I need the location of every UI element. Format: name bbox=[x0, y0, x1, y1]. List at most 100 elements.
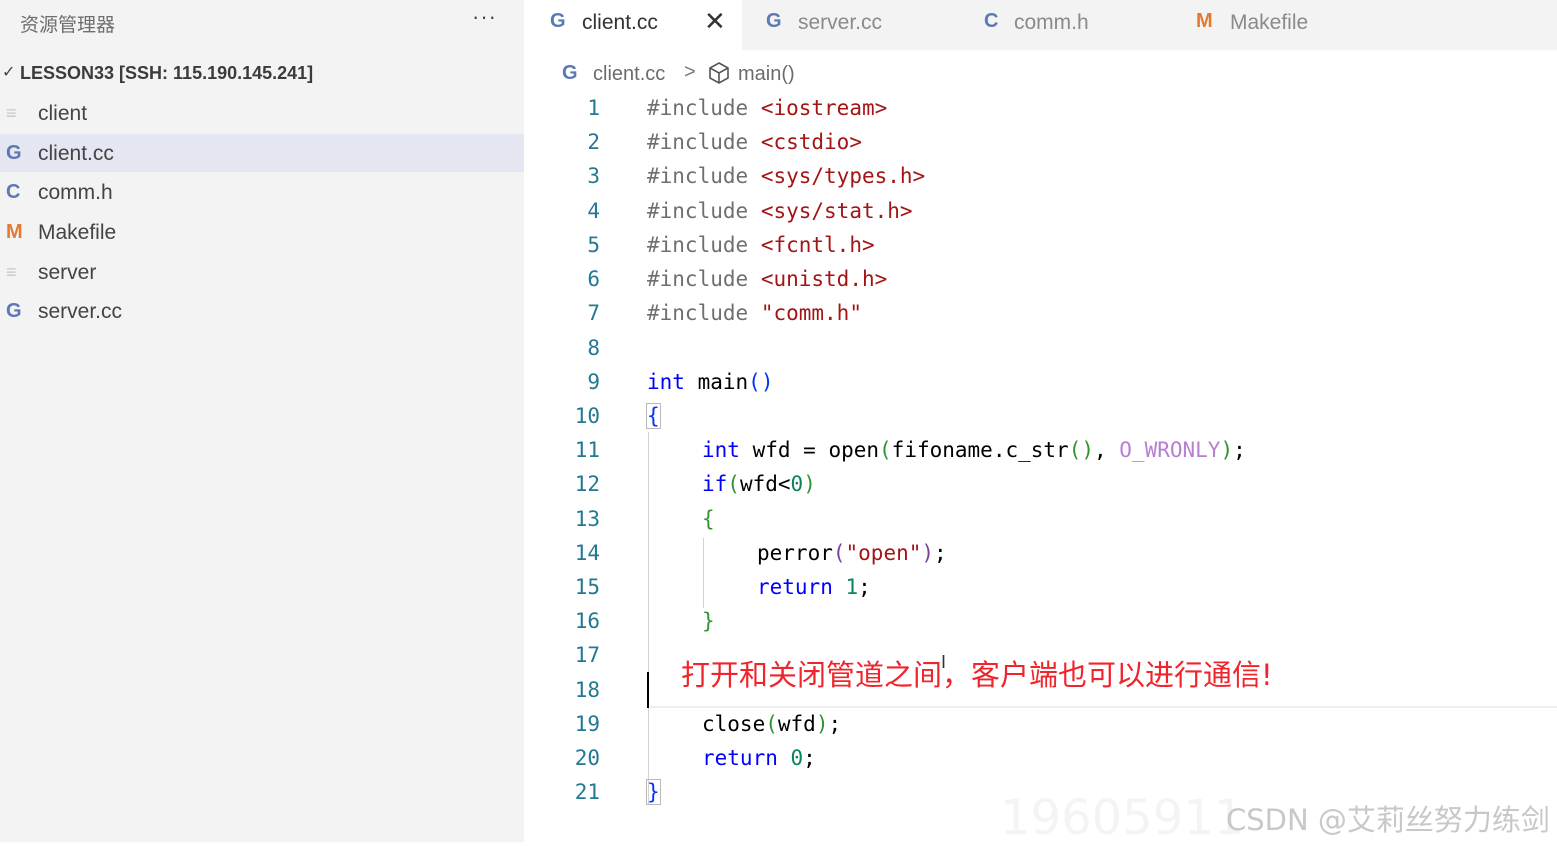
line-number: 4 bbox=[587, 199, 600, 223]
code-text: #include <iostream> bbox=[647, 96, 887, 120]
code-text: int wfd = open(fifoname.c_str(), O_WRONL… bbox=[702, 438, 1246, 462]
code-line: 9 int main() bbox=[524, 366, 1557, 400]
token: () bbox=[1068, 438, 1094, 462]
line-number: 19 bbox=[574, 712, 600, 736]
line-number: 6 bbox=[587, 267, 600, 291]
code-line: 10 { bbox=[524, 400, 1557, 434]
token: <unistd.h> bbox=[760, 267, 888, 291]
code-text: #include "comm.h" bbox=[647, 301, 862, 325]
csdn-watermark: CSDN @艾莉丝努力练剑 bbox=[1226, 803, 1550, 837]
code-text: #include <unistd.h> bbox=[647, 267, 887, 291]
token: <sys/types.h> bbox=[760, 164, 926, 188]
token: int bbox=[647, 370, 685, 394]
chevron-down-icon[interactable]: ✓ bbox=[2, 62, 15, 82]
tab-label: server.cc bbox=[798, 11, 883, 34]
token: #include bbox=[647, 199, 749, 223]
code-line: 19 close(wfd); bbox=[524, 708, 1557, 742]
token: <fcntl.h> bbox=[760, 233, 875, 257]
code-text: } bbox=[646, 779, 661, 805]
token: int bbox=[702, 438, 740, 462]
text-file-icon: ≡ bbox=[6, 262, 17, 282]
line-number: 10 bbox=[574, 404, 600, 428]
tab-comm-h[interactable]: C comm.h bbox=[952, 0, 1162, 50]
file-item-comm-h[interactable]: C comm.h bbox=[0, 173, 524, 211]
file-item-makefile[interactable]: M Makefile bbox=[0, 213, 524, 251]
token: ( bbox=[727, 472, 740, 496]
token: ) bbox=[921, 541, 935, 565]
code-text: perror("open"); bbox=[757, 541, 947, 565]
token: ; bbox=[1233, 438, 1246, 462]
file-item-server[interactable]: ≡ server bbox=[0, 253, 524, 291]
code-editor[interactable]: 1 #include <iostream> 2 #include <cstdio… bbox=[524, 92, 1557, 842]
line-number: 7 bbox=[587, 301, 600, 325]
code-text: #include <fcntl.h> bbox=[647, 233, 875, 257]
code-text: return 1; bbox=[757, 575, 871, 599]
code-line: 5 #include <fcntl.h> bbox=[524, 229, 1557, 263]
code-text: { bbox=[646, 403, 661, 429]
token: if bbox=[702, 472, 728, 496]
cpp-file-icon: G bbox=[550, 10, 566, 32]
symbol-method-icon bbox=[706, 60, 732, 92]
code-text: } bbox=[702, 609, 715, 633]
line-number: 13 bbox=[574, 507, 600, 531]
code-text: #include <sys/stat.h> bbox=[647, 199, 913, 223]
token: wfd bbox=[777, 712, 816, 736]
workspace-root-label: LESSON33 [SSH: 115.190.145.241] bbox=[20, 63, 314, 83]
tab-makefile[interactable]: M Makefile bbox=[1162, 0, 1390, 50]
token: 1 bbox=[845, 575, 859, 599]
code-text: #include <sys/types.h> bbox=[647, 164, 925, 188]
breadcrumb-file[interactable]: client.cc bbox=[593, 63, 665, 86]
code-text: { bbox=[702, 507, 715, 531]
token: #include bbox=[647, 164, 749, 188]
tab-label: client.cc bbox=[582, 11, 658, 34]
mouse-ibeam-icon: I bbox=[941, 652, 947, 672]
token: wfd = open bbox=[739, 438, 880, 462]
line-number: 16 bbox=[574, 609, 600, 633]
line-number: 9 bbox=[587, 370, 600, 394]
explorer-header: 资源管理器 ··· bbox=[0, 0, 524, 46]
cpp-file-icon: G bbox=[6, 142, 22, 164]
token: ; bbox=[828, 712, 842, 736]
file-item-client-cc[interactable]: G client.cc bbox=[0, 134, 524, 172]
text-cursor bbox=[647, 672, 649, 708]
token: fifoname.c_str bbox=[891, 438, 1069, 462]
code-text: if(wfd<0) bbox=[702, 472, 816, 496]
code-line: 7 #include "comm.h" bbox=[524, 297, 1557, 331]
breadcrumb: G client.cc > main() bbox=[524, 54, 1557, 94]
file-item-client[interactable]: ≡ client bbox=[0, 94, 524, 132]
line-number: 21 bbox=[574, 780, 600, 804]
file-name: Makefile bbox=[38, 221, 117, 244]
tab-client-cc[interactable]: G client.cc ✕ bbox=[524, 0, 742, 50]
token: <cstdio> bbox=[760, 130, 862, 154]
chevron-right-icon: > bbox=[684, 61, 696, 83]
close-icon[interactable]: ✕ bbox=[704, 6, 726, 37]
code-text: int main() bbox=[647, 370, 773, 394]
line-number: 3 bbox=[587, 164, 600, 188]
tab-server-cc[interactable]: G server.cc bbox=[742, 0, 952, 50]
token: wfd< bbox=[739, 472, 791, 496]
token: #include bbox=[647, 301, 749, 325]
breadcrumb-symbol[interactable]: main() bbox=[738, 63, 795, 86]
makefile-icon: M bbox=[6, 221, 23, 243]
code-line: 16 } bbox=[524, 605, 1557, 639]
line-number: 18 bbox=[574, 678, 600, 702]
code-line: 20 return 0; bbox=[524, 742, 1557, 776]
cpp-file-icon: G bbox=[562, 62, 578, 84]
workspace-root[interactable]: ✓ LESSON33 [SSH: 115.190.145.241] bbox=[0, 56, 524, 90]
token: ; bbox=[858, 575, 871, 599]
token: #include bbox=[647, 233, 749, 257]
more-actions-icon[interactable]: ··· bbox=[472, 4, 497, 30]
token: 0 bbox=[790, 746, 804, 770]
token: ; bbox=[803, 746, 816, 770]
token: { bbox=[702, 507, 715, 531]
c-header-file-icon: C bbox=[6, 181, 21, 203]
token: 0 bbox=[790, 472, 804, 496]
file-item-server-cc[interactable]: G server.cc bbox=[0, 292, 524, 330]
cpp-file-icon: G bbox=[6, 300, 22, 322]
faint-watermark: 19605911 bbox=[1000, 790, 1245, 846]
code-text: #include <cstdio> bbox=[647, 130, 862, 154]
